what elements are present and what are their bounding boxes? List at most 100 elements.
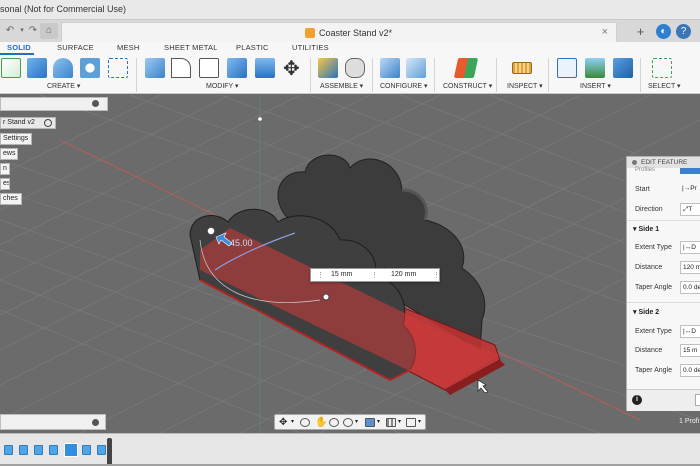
- start-dropdown[interactable]: |→Pr: [680, 183, 700, 196]
- browser-item-bodies[interactable]: es: [0, 178, 10, 190]
- browser-item-sketches[interactable]: ches: [0, 193, 22, 205]
- configure-table-icon[interactable]: [380, 58, 400, 78]
- zoom-icon[interactable]: [329, 418, 339, 427]
- dim-distance-2[interactable]: 120 mm: [391, 271, 416, 278]
- insert-canvas-icon[interactable]: [585, 58, 605, 78]
- offset-plane-icon[interactable]: [453, 58, 479, 78]
- shell-icon[interactable]: [227, 58, 247, 78]
- side2-taper-input[interactable]: 0.0 de: [680, 364, 700, 377]
- orbit-icon[interactable]: ✥: [279, 418, 289, 428]
- fillet-icon[interactable]: [171, 58, 191, 78]
- toolbar-divider: [640, 58, 641, 92]
- insert-derive-icon[interactable]: [557, 58, 577, 78]
- viewports-dropdown-icon[interactable]: ▾: [418, 418, 421, 425]
- angle-handle[interactable]: [206, 226, 216, 236]
- side1-extent-value: D: [691, 244, 696, 251]
- profiles-selector[interactable]: [680, 168, 700, 174]
- side1-extent-type-dropdown[interactable]: |↔D: [680, 241, 700, 254]
- distance-handle[interactable]: [322, 293, 330, 301]
- viewport-canvas[interactable]: [0, 95, 700, 433]
- configure-menu[interactable]: CONFIGURE ▾: [380, 82, 427, 90]
- display-settings-icon[interactable]: [365, 418, 375, 427]
- tab-utilities[interactable]: UTILITIES: [292, 43, 329, 52]
- dim-distance-1[interactable]: 15 mm: [331, 271, 352, 278]
- create-menu[interactable]: CREATE ▾: [47, 82, 80, 90]
- press-pull-icon[interactable]: [145, 58, 165, 78]
- select-icon[interactable]: [652, 58, 672, 78]
- orbit-dropdown-icon[interactable]: ▾: [291, 418, 294, 425]
- dimension-input-box[interactable]: ⋮ 15 mm ⋮ 120 mm ⋮: [310, 268, 440, 282]
- timeline-feature[interactable]: [97, 445, 106, 455]
- timeline-feature[interactable]: [82, 445, 91, 455]
- side2-distance-input[interactable]: 15 m: [680, 344, 700, 357]
- tab-mesh[interactable]: MESH: [117, 43, 139, 52]
- hole-icon[interactable]: [80, 58, 100, 78]
- move-icon[interactable]: ✥: [283, 56, 300, 81]
- insert-mcmaster-icon[interactable]: [613, 58, 633, 78]
- browser-item-settings[interactable]: Settings: [0, 133, 32, 145]
- undo-icon[interactable]: ↶: [4, 23, 16, 39]
- modify-menu[interactable]: MODIFY ▾: [206, 82, 239, 90]
- timeline-feature-active[interactable]: [64, 443, 78, 457]
- info-icon[interactable]: i: [632, 395, 642, 405]
- tab-solid[interactable]: SOLID: [7, 43, 31, 52]
- inspect-menu[interactable]: INSPECT ▾: [507, 82, 543, 90]
- pan-icon[interactable]: ✋: [315, 418, 327, 428]
- feature-panel-footer: i: [627, 389, 700, 411]
- insert-menu[interactable]: INSERT ▾: [580, 82, 611, 90]
- direction-dropdown[interactable]: ⤢T: [680, 203, 700, 216]
- undo-dropdown-icon[interactable]: ▾: [17, 23, 27, 39]
- timeline-marker[interactable]: [107, 438, 112, 464]
- data-panel-icon[interactable]: ◐: [656, 24, 671, 39]
- combine-icon[interactable]: [255, 58, 275, 78]
- viewports-icon[interactable]: [406, 418, 416, 427]
- browser-collapse-icon[interactable]: [92, 100, 99, 107]
- home-icon[interactable]: ⌂: [40, 23, 58, 39]
- look-at-icon[interactable]: [300, 418, 310, 427]
- assemble-menu[interactable]: ASSEMBLE ▾: [320, 82, 363, 90]
- create-sketch-icon[interactable]: [1, 58, 21, 78]
- pattern-icon[interactable]: [108, 58, 128, 78]
- grid-dropdown-icon[interactable]: ▾: [398, 418, 401, 425]
- extrude-icon[interactable]: [27, 58, 47, 78]
- redo-icon[interactable]: ↷: [27, 23, 39, 39]
- measure-icon[interactable]: [512, 62, 532, 74]
- help-icon[interactable]: ?: [676, 24, 691, 39]
- browser-root-item[interactable]: r Stand v2: [0, 117, 56, 129]
- new-tab-icon[interactable]: +: [633, 24, 648, 39]
- timeline-feature[interactable]: [34, 445, 43, 455]
- timeline-feature[interactable]: [19, 445, 28, 455]
- activate-component-icon[interactable]: [44, 119, 52, 127]
- zoom-window-icon[interactable]: [343, 418, 353, 427]
- close-tab-icon[interactable]: ×: [602, 26, 608, 38]
- joint-icon[interactable]: [345, 58, 365, 78]
- side1-distance-input[interactable]: 120 m: [680, 261, 700, 274]
- side2-extent-type-dropdown[interactable]: |↔D: [680, 325, 700, 338]
- side1-taper-input[interactable]: 0.0 de: [680, 281, 700, 294]
- comments-toggle-icon[interactable]: [92, 419, 99, 426]
- dim-drag-handle[interactable]: ⋮: [317, 271, 324, 279]
- browser-item-origin[interactable]: n: [0, 163, 10, 175]
- chamfer-icon[interactable]: [199, 58, 219, 78]
- tab-surface[interactable]: SURFACE: [57, 43, 94, 52]
- tab-plastic[interactable]: PLASTIC: [236, 43, 269, 52]
- zoom-dropdown-icon[interactable]: ▾: [355, 418, 358, 425]
- feature-panel-title: EDIT FEATURE: [641, 159, 688, 166]
- browser-item-views[interactable]: ews: [0, 148, 18, 160]
- new-component-icon[interactable]: [318, 58, 338, 78]
- timeline-feature[interactable]: [49, 445, 58, 455]
- construct-menu[interactable]: CONSTRUCT ▾: [443, 82, 492, 90]
- timeline-feature[interactable]: [4, 445, 13, 455]
- tab-sheet-metal[interactable]: SHEET METAL: [164, 43, 218, 52]
- ok-button[interactable]: [695, 394, 700, 406]
- revolve-icon[interactable]: [53, 58, 73, 78]
- display-dropdown-icon[interactable]: ▾: [377, 418, 380, 425]
- select-menu[interactable]: SELECT ▾: [648, 82, 681, 90]
- side2-header[interactable]: ▾ Side 2: [633, 308, 659, 316]
- configure-rule-icon[interactable]: [406, 58, 426, 78]
- side1-header[interactable]: ▾ Side 1: [633, 225, 659, 233]
- browser-item-views-label: ews: [3, 150, 16, 157]
- grid-settings-icon[interactable]: [386, 418, 396, 427]
- dim-more-icon[interactable]: ⋮: [433, 271, 440, 279]
- document-tab[interactable]: Coaster Stand v2* ×: [61, 22, 617, 42]
